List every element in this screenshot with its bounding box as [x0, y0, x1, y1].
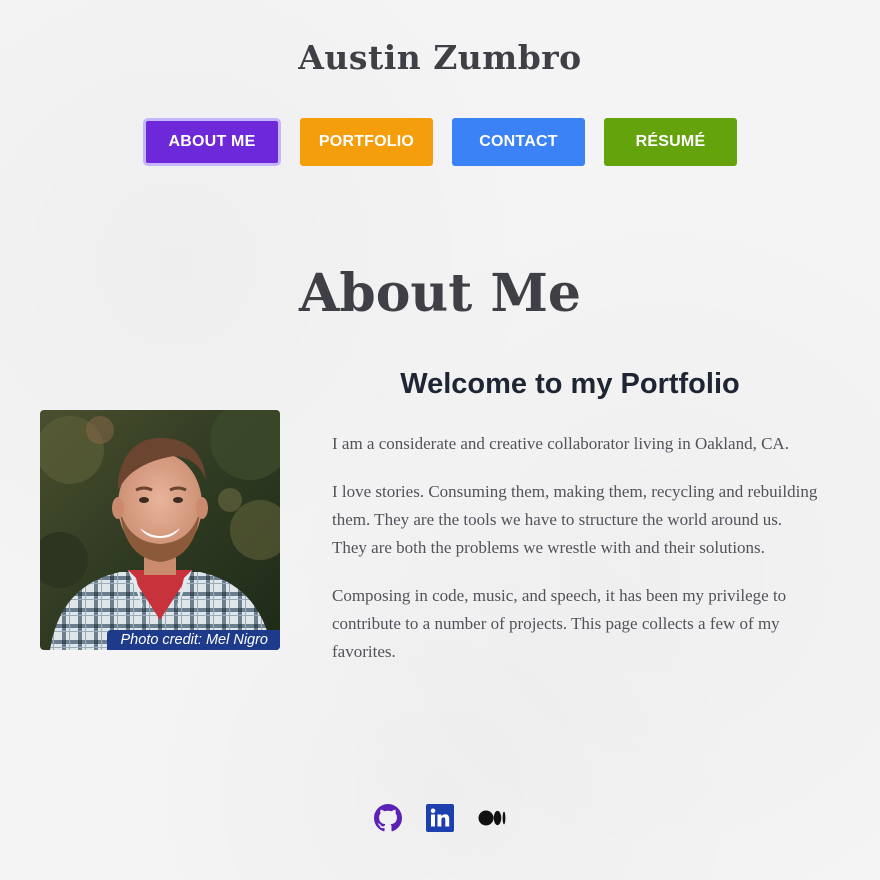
profile-photo: Photo credit: Mel Nigro — [40, 410, 280, 650]
portrait-image — [40, 410, 280, 650]
nav-contact-button[interactable]: CONTACT — [452, 118, 585, 166]
main-nav: ABOUT ME PORTFOLIO CONTACT RÉSUMÉ — [0, 118, 880, 166]
bio-paragraph: I am a considerate and creative collabor… — [332, 434, 789, 453]
welcome-subheading: Welcome to my Portfolio — [400, 368, 740, 400]
nav-portfolio-button[interactable]: PORTFOLIO — [300, 118, 433, 166]
photo-credit-caption: Photo credit: Mel Nigro — [106, 630, 280, 650]
medium-icon[interactable] — [478, 804, 506, 832]
nav-about-me-button[interactable]: ABOUT ME — [143, 118, 281, 166]
bio-text: I am a considerate and creative collabor… — [332, 430, 820, 686]
bio-paragraph: Composing in code, music, and speech, it… — [332, 586, 787, 661]
nav-resume-button[interactable]: RÉSUMÉ — [604, 118, 737, 166]
social-links — [0, 804, 880, 832]
github-icon[interactable] — [374, 804, 402, 832]
linkedin-icon[interactable] — [426, 804, 454, 832]
page-heading: About Me — [299, 263, 581, 324]
site-title: Austin Zumbro — [298, 38, 582, 77]
bio-paragraph: I love stories. Consuming them, making t… — [332, 482, 818, 557]
